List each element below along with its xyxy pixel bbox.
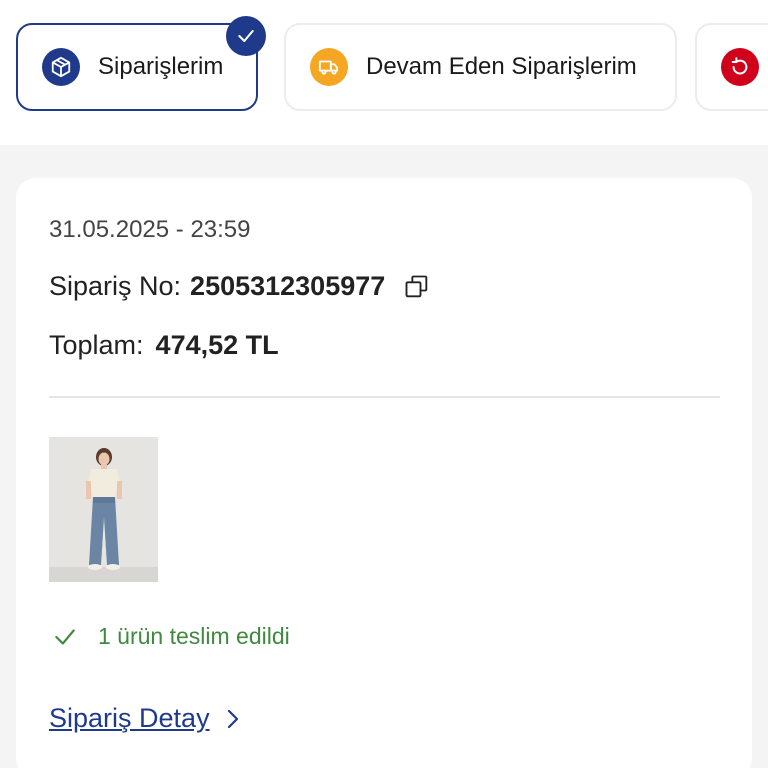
order-detail-link[interactable]: Sipariş Detay (49, 703, 242, 734)
chevron-right-icon (224, 707, 242, 731)
order-card: 31.05.2025 - 23:59 Sipariş No: 250531230… (16, 178, 752, 768)
copy-icon[interactable] (403, 273, 431, 301)
tab-returns[interactable] (695, 23, 768, 111)
package-icon (42, 48, 80, 86)
tab-ongoing-orders-label: Devam Eden Siparişlerim (366, 53, 637, 80)
order-date: 31.05.2025 - 23:59 (49, 216, 251, 243)
check-icon (55, 628, 75, 645)
selected-check-icon (226, 16, 266, 56)
order-number-label: Sipariş No: (49, 271, 182, 301)
divider (49, 396, 720, 398)
product-image[interactable] (49, 437, 158, 582)
order-total-value: 474,52 TL (155, 330, 279, 360)
tab-ongoing-orders[interactable]: Devam Eden Siparişlerim (284, 23, 677, 111)
order-total-label: Toplam: (49, 330, 144, 360)
delivery-status-text: 1 ürün teslim edildi (98, 623, 290, 649)
delivery-status: 1 ürün teslim edildi (52, 623, 290, 650)
order-number-row: Sipariş No: 2505312305977 (49, 271, 431, 302)
order-number-value: 2505312305977 (190, 271, 386, 301)
order-total-row: Toplam: 474,52 TL (49, 330, 279, 361)
return-icon (721, 48, 759, 86)
truck-icon (310, 48, 348, 86)
tab-my-orders[interactable]: Siparişlerim (16, 16, 266, 111)
order-tabs-bar: Siparişlerim Devam Eden Siparişlerim (0, 0, 768, 145)
tab-my-orders-label: Siparişlerim (98, 53, 224, 80)
order-detail-label: Sipariş Detay (49, 703, 210, 733)
